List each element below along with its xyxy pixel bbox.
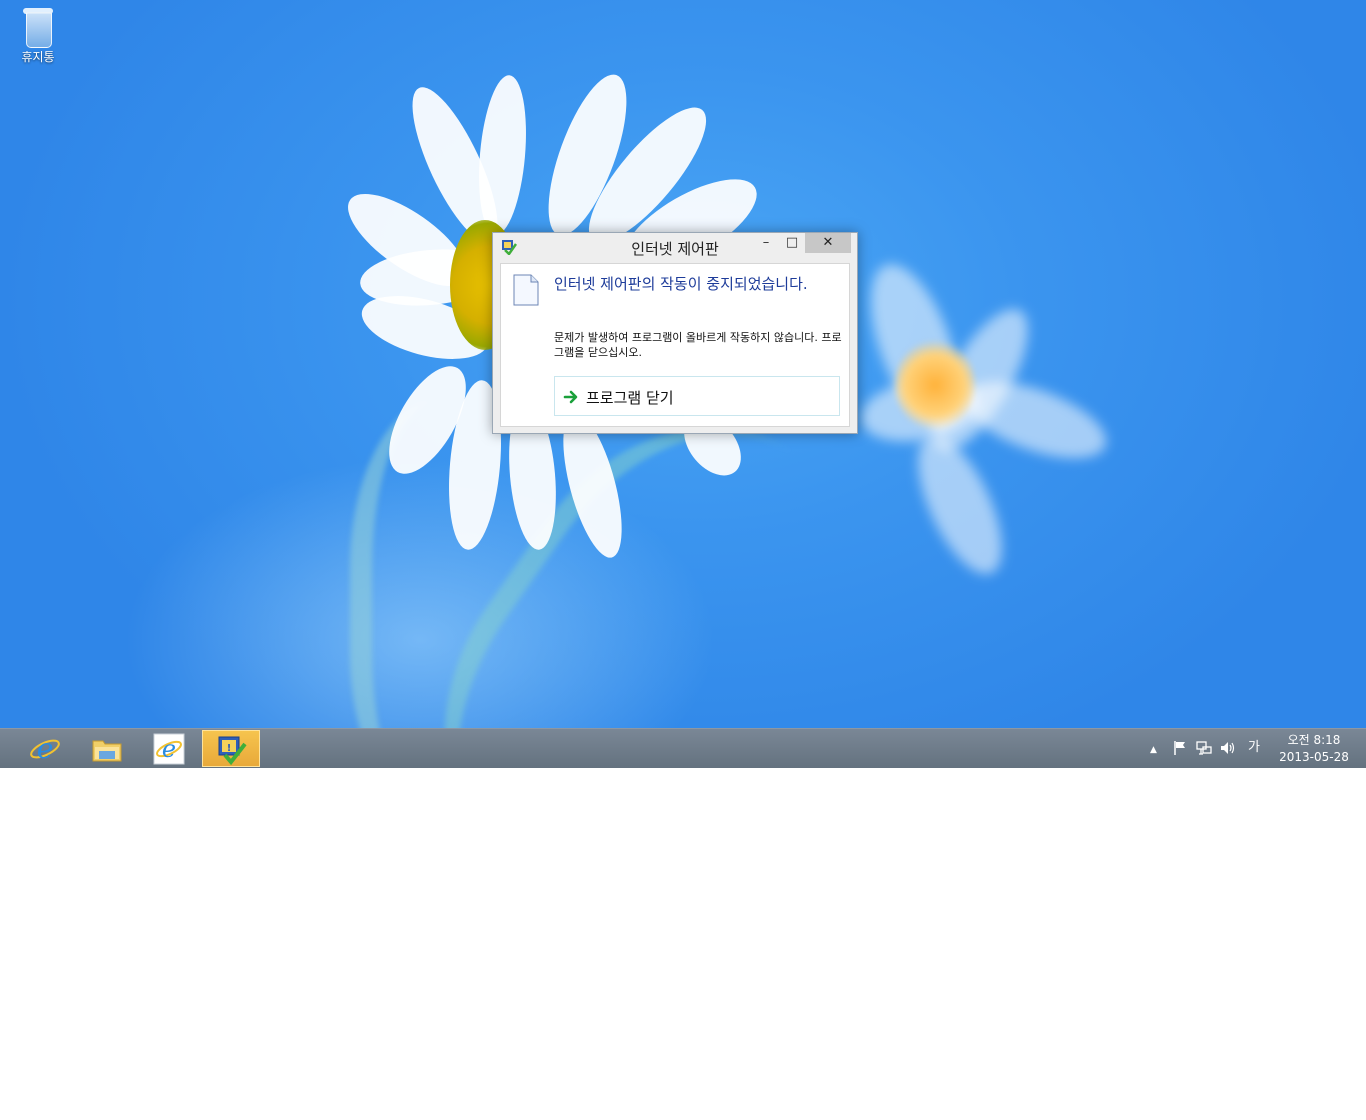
main-instruction: 인터넷 제어판의 작동이 중지되었습니다. [554,275,808,293]
clock-time: 오전 8:18 [1287,733,1341,747]
control-panel-icon: ! [218,736,247,766]
close-program-button[interactable]: 프로그램 닫기 [554,376,840,416]
svg-text:e: e [37,733,54,765]
error-dialog: 인터넷 제어판 – □ ✕ 인터넷 제어판의 작동이 중지되었습니다. 문제가 … [492,232,858,434]
taskbar: e e ! ▲ 가 오전 8:18 2013-05-28 [0,728,1366,768]
recycle-bin-shortcut[interactable]: 휴지통 [10,6,66,65]
taskbar-file-explorer[interactable] [78,730,136,767]
input-method-indicator[interactable]: 가 [1248,740,1260,756]
dialog-content: 인터넷 제어판의 작동이 중지되었습니다. 문제가 발생하여 프로그램이 올바르… [500,263,850,427]
taskbar-internet-explorer[interactable]: e [16,730,74,767]
clock-date: 2013-05-28 [1279,750,1349,764]
system-tray: ▲ 가 오전 8:18 2013-05-28 [1136,729,1366,767]
detail-text: 문제가 발생하여 프로그램이 올바르게 작동하지 않습니다. 프로그램을 닫으십… [554,331,842,359]
close-button[interactable]: ✕ [805,233,851,253]
taskbar-control-panel[interactable]: ! [202,730,260,767]
svg-text:e: e [162,735,176,763]
minimize-button[interactable]: – [753,233,779,253]
recycle-bin-label: 휴지통 [21,50,55,64]
internet-explorer-icon: e [30,733,60,765]
action-center-flag-icon[interactable] [1172,740,1188,756]
recycle-bin-icon [23,6,53,48]
internet-explorer-icon: e [153,733,185,765]
volume-icon[interactable] [1220,740,1236,756]
close-program-label: 프로그램 닫기 [586,389,674,407]
show-hidden-icons-button[interactable]: ▲ [1150,742,1157,758]
document-icon [513,274,539,306]
clock[interactable]: 오전 8:18 2013-05-28 [1274,732,1354,766]
network-icon[interactable] [1196,740,1212,756]
dialog-title-bar[interactable]: 인터넷 제어판 – □ ✕ [493,233,857,261]
svg-text:!: ! [227,743,232,754]
taskbar-internet-explorer-2[interactable]: e [140,730,198,767]
arrow-right-icon [563,390,578,404]
maximize-button[interactable]: □ [779,233,805,253]
file-explorer-icon [92,740,122,762]
